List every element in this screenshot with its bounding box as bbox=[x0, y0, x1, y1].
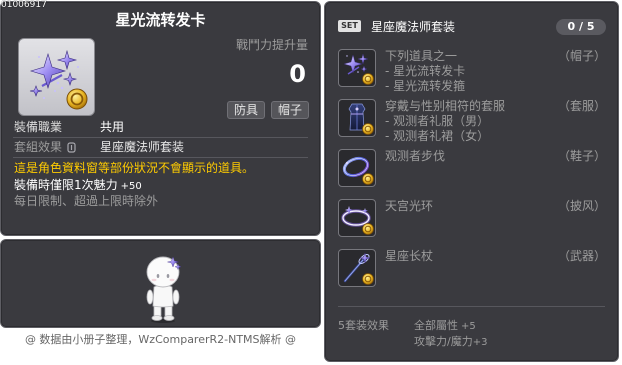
set-panel: SET 星座魔法师套装 0 / 5 下列道具之一 - 星光流转发卡 - 星光流转… bbox=[324, 1, 619, 362]
charm-bonus-text: 裝備時僅限1次魅力 bbox=[14, 178, 118, 192]
character-preview bbox=[146, 256, 182, 323]
set-bonus-effect: 全部屬性 +5 bbox=[414, 318, 476, 334]
set-item-line: 穿戴与性别相符的套服 bbox=[385, 99, 506, 113]
set-item-slot: （武器） bbox=[557, 249, 606, 263]
set-item-icon-frame bbox=[338, 249, 376, 287]
set-item-line: - 观测者礼裙（女） bbox=[385, 129, 490, 143]
set-effect-value: 星座魔法师套装 bbox=[100, 140, 185, 154]
set-bonus-stat-value: +3 bbox=[472, 337, 488, 348]
set-name: 星座魔法师套装 bbox=[371, 20, 456, 34]
set-bonus-stat-value: +5 bbox=[461, 321, 476, 332]
set-item-line: - 星光流转发卡 bbox=[385, 64, 466, 78]
set-item-row: 穿戴与性别相符的套服 - 观测者礼服（男） - 观测者礼裙（女） （套服） bbox=[338, 99, 606, 143]
footer-credit: @ 数据由小册子整理，WzComparerR2-NTMS解析 @ bbox=[24, 333, 297, 346]
coin-icon bbox=[362, 173, 374, 185]
daily-limit-note: 每日限制、超過上限時除外 bbox=[14, 194, 159, 208]
set-link-icon bbox=[67, 142, 76, 153]
halo-icon bbox=[341, 206, 374, 235]
set-item-slot: （披风） bbox=[557, 199, 606, 213]
job-value: 共用 bbox=[100, 120, 125, 134]
set-bonus-stat: 攻擊力/魔力 bbox=[414, 335, 473, 348]
item-tooltip: 星光流转发卡 戰鬥力提升量 0 防具 帽子 裝備職業 共用 套組效果 星座魔法师… bbox=[0, 1, 321, 236]
item-name: 星光流转发卡 bbox=[115, 11, 206, 29]
set-bonus-effect: 攻擊力/魔力+3 bbox=[414, 334, 487, 350]
coin-icon bbox=[362, 223, 374, 235]
set-item-line: 星座长杖 bbox=[385, 249, 434, 263]
outfit-icon bbox=[348, 103, 374, 135]
set-item-icon-frame bbox=[338, 199, 376, 237]
divider bbox=[13, 137, 308, 138]
set-item-icon-frame bbox=[338, 99, 376, 137]
set-item-line: 天宫光环 bbox=[385, 199, 434, 213]
combat-power-label: 戰鬥力提升量 bbox=[235, 38, 308, 52]
set-item-line: - 星光流转发箍 bbox=[385, 79, 466, 93]
set-bonus-label: 5套装效果 bbox=[338, 319, 389, 332]
charm-bonus: 裝備時僅限1次魅力 +50 bbox=[14, 178, 142, 194]
set-item-row: 观测者步伐 （鞋子） bbox=[338, 149, 606, 187]
set-progress: 0 / 5 bbox=[556, 19, 606, 35]
set-effect-label: 套組效果 bbox=[14, 140, 63, 154]
set-item-text: 穿戴与性别相符的套服 - 观测者礼服（男） - 观测者礼裙（女） bbox=[385, 99, 505, 144]
item-id: 01006917 bbox=[1, 0, 47, 10]
coin-icon bbox=[362, 273, 374, 285]
set-item-row: 星座长杖 （武器） bbox=[338, 249, 606, 287]
coin-icon bbox=[362, 73, 374, 85]
item-icon-frame bbox=[18, 38, 95, 116]
set-item-line: 下列道具之一 bbox=[385, 49, 458, 63]
set-item-icon-frame bbox=[338, 49, 376, 87]
set-bonus-stat: 全部屬性 bbox=[414, 319, 458, 332]
character-preview-panel bbox=[0, 239, 321, 328]
set-item-slot: （鞋子） bbox=[557, 149, 606, 163]
set-badge: SET bbox=[338, 20, 361, 32]
divider bbox=[13, 157, 308, 158]
tag-category: 防具 bbox=[226, 101, 265, 119]
coin-icon bbox=[362, 123, 374, 135]
combat-power-value: 0 bbox=[289, 60, 306, 88]
set-item-row: 下列道具之一 - 星光流转发卡 - 星光流转发箍 （帽子） bbox=[338, 49, 606, 93]
set-item-slot: （帽子） bbox=[557, 49, 606, 63]
shoes-icon bbox=[342, 156, 374, 185]
charm-bonus-value: +50 bbox=[120, 181, 142, 192]
set-item-row: 天宫光环 （披风） bbox=[338, 199, 606, 237]
hidden-item-notice: 這是角色資料窗等部份狀況不會顯示的道具。 bbox=[14, 161, 255, 175]
item-tags: 防具 帽子 bbox=[226, 101, 309, 119]
set-item-line: - 观测者礼服（男） bbox=[385, 114, 490, 128]
divider bbox=[338, 306, 605, 307]
set-item-text: 天宫光环 bbox=[385, 199, 433, 214]
coin-icon bbox=[66, 88, 88, 110]
set-item-line: 观测者步伐 bbox=[385, 149, 446, 163]
set-item-text: 下列道具之一 - 星光流转发卡 - 星光流转发箍 bbox=[385, 49, 465, 94]
set-item-icon-frame bbox=[338, 149, 376, 187]
staff-icon bbox=[343, 252, 374, 285]
set-item-slot: （套服） bbox=[557, 99, 606, 113]
job-label: 裝備職業 bbox=[14, 120, 63, 134]
set-item-text: 观测者步伐 bbox=[385, 149, 445, 164]
hairpin-icon bbox=[343, 53, 374, 85]
set-item-text: 星座长杖 bbox=[385, 249, 433, 264]
tag-slot: 帽子 bbox=[270, 101, 309, 119]
hairpin-icon bbox=[29, 49, 88, 110]
